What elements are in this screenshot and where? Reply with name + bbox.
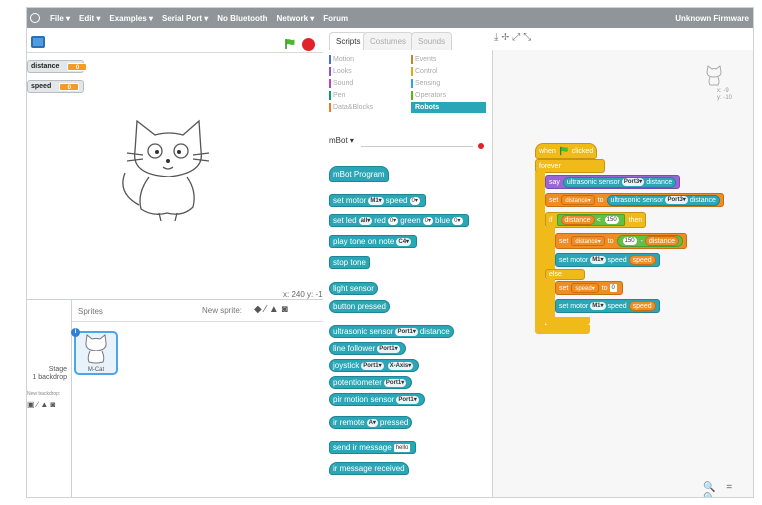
category-operators[interactable]: Operators	[411, 90, 486, 101]
sprite-xy-readout: x: -9 y: -10	[717, 88, 733, 101]
menu-forum[interactable]: Forum	[323, 14, 348, 23]
category-sound[interactable]: Sound	[329, 78, 404, 89]
block-button-pressed[interactable]: button pressed	[329, 300, 390, 313]
category-sensing[interactable]: Sensing	[411, 78, 486, 89]
new-backdrop-label: New backdrop:	[27, 391, 61, 397]
stage-label: Stage 1 backdrop	[32, 366, 67, 381]
scripts-area[interactable]: x: -9 y: -10 when clicked forever say ult…	[493, 50, 753, 497]
monitor-speed: speed 0	[27, 80, 84, 93]
predicate-less-than[interactable]: distance < 150	[556, 214, 625, 226]
sprite-name: M-Cat	[87, 367, 105, 373]
cat-thumbnail-icon	[85, 334, 107, 364]
category-events[interactable]: Events	[411, 54, 486, 65]
stage-canvas[interactable]: distance 0 speed 0	[27, 52, 323, 287]
block-light-sensor[interactable]: light sensor	[329, 282, 378, 295]
green-flag-icon	[559, 146, 568, 156]
block-forever[interactable]: forever	[535, 159, 605, 173]
block-send-ir[interactable]: send ir message hello	[329, 441, 417, 454]
if-else-end	[545, 317, 590, 325]
stage-thumbnail-column[interactable]: Stage 1 backdrop New backdrop: ▣ ∕ ▲ ◙	[27, 300, 72, 497]
forever-c-arm	[535, 172, 545, 332]
reporter-ultrasonic[interactable]: ultrasonic sensor Port3▾ distance	[562, 176, 677, 188]
backdrop-tools-icon[interactable]: ▣ ∕ ▲ ◙	[27, 400, 55, 409]
category-robots[interactable]: Robots	[411, 102, 486, 113]
block-if[interactable]: if distance < 150 then	[545, 212, 647, 228]
reporter-subtract[interactable]: 150 - distance	[616, 235, 683, 247]
block-set-motor[interactable]: set motor M1▾ speed 0▾	[329, 194, 426, 207]
script-tools-icon[interactable]: ⤓✢⤢⤡	[494, 32, 534, 43]
block-set-distance[interactable]: set distance▾ to ultrasonic sensor Port3…	[545, 193, 724, 207]
monitor-value: 0	[67, 62, 88, 71]
new-sprite-tools-icon[interactable]: ◆ ∕ ▲ ◙	[254, 304, 288, 315]
firmware-status[interactable]: Unknown Firmware	[675, 14, 749, 23]
block-set-speed[interactable]: set speed▾ to 0	[555, 281, 623, 295]
category-data-blocks[interactable]: Data&Blocks	[329, 102, 404, 113]
mblock-window: File ▾ Edit ▾ Examples ▾ Serial Port ▾ N…	[26, 7, 754, 498]
sprite-header: Sprites New sprite: ◆ ∕ ▲ ◙	[72, 300, 323, 322]
block-pir-motion[interactable]: pir motion sensor Port1▾	[329, 393, 425, 406]
block-set-motor-distance[interactable]: set motor M1▾ speed speed	[555, 253, 660, 267]
block-say[interactable]: say ultrasonic sensor Port3▾ distance	[545, 175, 681, 189]
block-play-tone[interactable]: play tone on note C4▾	[329, 235, 418, 248]
stage-toolbar	[27, 28, 323, 52]
menu-edit[interactable]: Edit ▾	[79, 14, 100, 23]
green-flag-icon[interactable]	[284, 38, 296, 50]
menu-serial-port[interactable]: Serial Port ▾	[162, 14, 208, 23]
forever-end	[535, 325, 590, 334]
block-ir-remote[interactable]: ir remote A▾ pressed	[329, 416, 413, 429]
block-palette: Motion Looks Sound Pen Data&Blocks Event…	[323, 50, 493, 497]
zoom-controls-icon[interactable]: 🔍 = 🔍	[703, 482, 753, 497]
cat-sprite-icon[interactable]	[117, 113, 217, 223]
globe-icon[interactable]	[30, 13, 40, 23]
menu-bluetooth[interactable]: No Bluetooth	[217, 14, 267, 23]
menu-file[interactable]: File ▾	[50, 14, 70, 23]
tab-bar: Scripts Costumes Sounds	[323, 28, 493, 50]
category-control[interactable]: Control	[411, 66, 486, 77]
menu-network[interactable]: Network ▾	[276, 14, 314, 23]
block-set-led[interactable]: set led all▾ red 0▾ green 0▾ blue 0▾	[329, 214, 469, 227]
tab-costumes[interactable]: Costumes	[363, 32, 414, 50]
stop-icon[interactable]	[302, 38, 315, 51]
block-ir-received[interactable]: ir message received	[329, 462, 409, 475]
connection-status-icon	[478, 143, 484, 149]
reporter-ultrasonic[interactable]: ultrasonic sensor Port3▾ distance	[606, 194, 720, 206]
monitor-value: 0	[59, 82, 80, 91]
block-stop-tone[interactable]: stop tone	[329, 256, 370, 269]
info-icon[interactable]: i	[71, 328, 80, 337]
sprite-pane: Stage 1 backdrop New backdrop: ▣ ∕ ▲ ◙ S…	[27, 299, 323, 497]
tab-sounds[interactable]: Sounds	[411, 32, 453, 50]
else-arm	[545, 279, 555, 321]
block-joystick[interactable]: joystick Port1▾ X-Axis▾	[329, 359, 420, 372]
monitor-distance: distance 0	[27, 60, 88, 73]
tab-scripts[interactable]: Scripts	[329, 32, 368, 50]
sprite-preview-icon	[706, 65, 722, 86]
menu-bar: File ▾ Edit ▾ Examples ▾ Serial Port ▾ N…	[27, 8, 753, 28]
block-line-follower[interactable]: line follower Port1▾	[329, 342, 406, 355]
block-when-flag-clicked[interactable]: when clicked	[535, 143, 598, 159]
fullscreen-icon[interactable]	[31, 36, 45, 48]
block-set-motor-speed[interactable]: set motor M1▾ speed speed	[555, 299, 660, 313]
separator	[361, 146, 473, 147]
block-ultrasonic-sensor[interactable]: ultrasonic sensor Port1▾ distance	[329, 325, 454, 338]
menu-examples[interactable]: Examples ▾	[109, 14, 153, 23]
new-sprite-label: New sprite:	[202, 306, 243, 315]
category-pen[interactable]: Pen	[329, 90, 404, 101]
mbot-dropdown[interactable]: mBot ▾	[329, 136, 354, 145]
sprites-title: Sprites	[78, 307, 103, 316]
block-mbot-program[interactable]: mBot Program	[329, 166, 389, 182]
category-motion[interactable]: Motion	[329, 54, 404, 65]
block-set-distance-calc[interactable]: set distance▾ to 150 - distance	[555, 233, 687, 249]
category-looks[interactable]: Looks	[329, 66, 404, 77]
block-potentiometer[interactable]: potentiometer Port1▾	[329, 376, 413, 389]
